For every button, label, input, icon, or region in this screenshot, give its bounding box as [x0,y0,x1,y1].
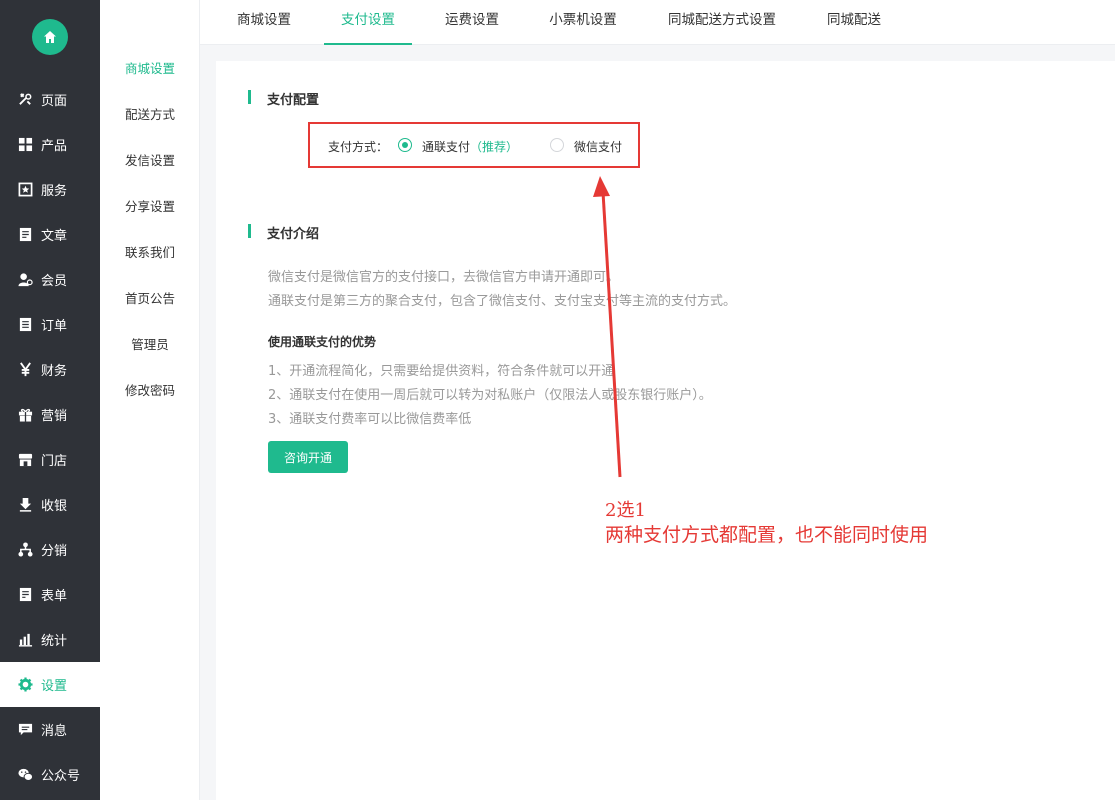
sidebar-item-product[interactable]: 产品 [0,122,100,167]
consult-open-button[interactable]: 咨询开通 [268,441,348,473]
sidebar-item-label: 订单 [41,319,68,334]
sidebar-item-label: 公众号 [41,769,81,784]
grid-icon [17,137,33,153]
sidebar-item-service[interactable]: 服务 [0,167,100,212]
payment-method-highlight: 支付方式： 通联支付（推荐） 微信支付 [308,122,640,168]
sidebar-item-label: 会员 [41,274,68,289]
sidebar-item-marketing[interactable]: 营销 [0,392,100,437]
list-icon [17,317,33,333]
sidebar-item-label: 产品 [41,139,68,154]
bar-chart-icon [17,632,33,648]
tab-printer-settings[interactable]: 小票机设置 [532,0,634,45]
tab-local-delivery[interactable]: 同城配送 [810,0,898,45]
pay-intro-title: 支付介绍 [248,223,319,242]
tab-payment-settings[interactable]: 支付设置 [324,0,412,45]
annotation-line-1: 2选1 [605,500,646,521]
home-button[interactable] [32,19,68,55]
share-tree-icon [17,542,33,558]
subnav-item-messaging[interactable]: 发信设置 [100,150,200,169]
sidebar-item-message[interactable]: 消息 [0,707,100,752]
radio-wechat-pay[interactable] [550,138,564,152]
sidebar-item-label: 表单 [41,589,68,604]
sidebar-item-label: 服务 [41,184,68,199]
gear-icon [17,677,33,693]
sidebar-item-finance[interactable]: 财务 [0,347,100,392]
subnav-item-share[interactable]: 分享设置 [100,196,200,215]
sidebar-item-distribution[interactable]: 分销 [0,527,100,572]
sidebar-item-label: 门店 [41,454,68,469]
sidebar-item-store[interactable]: 门店 [0,437,100,482]
main-sidebar: 页面 产品 服务 文章 会员 订单 财务 营销 门店 收银 分销 表单 统计 设… [0,0,100,800]
subnav-item-mall-settings[interactable]: 商城设置 [100,58,200,77]
payment-settings-card: 支付配置 支付方式： 通联支付（推荐） 微信支付 支付介绍 微信支付是微信官方的… [216,61,1115,800]
sidebar-item-label: 收银 [41,499,68,514]
sidebar-item-settings[interactable]: 设置 [0,662,100,707]
sidebar-item-statistics[interactable]: 统计 [0,617,100,662]
intro-line: 微信支付是微信官方的支付接口，去微信官方申请开通即可。 [268,270,620,285]
sidebar-item-label: 消息 [41,724,68,739]
form-icon [17,587,33,603]
subnav-item-contact[interactable]: 联系我们 [100,242,200,261]
message-icon [17,722,33,738]
pay-config-title: 支付配置 [248,89,319,108]
sidebar-item-label: 文章 [41,229,68,244]
sidebar-item-label: 分销 [41,544,68,559]
intro-line: 通联支付是第三方的聚合支付，包含了微信支付、支付宝支付等主流的支付方式。 [268,294,737,309]
home-icon [44,31,56,43]
sidebar-item-cashier[interactable]: 收银 [0,482,100,527]
sidebar-item-form[interactable]: 表单 [0,572,100,617]
sidebar-item-label: 财务 [41,364,68,379]
subnav-item-admin[interactable]: 管理员 [100,334,200,353]
settings-subnav: 商城设置 配送方式 发信设置 分享设置 联系我们 首页公告 管理员 修改密码 [100,0,200,800]
option-wechat-pay-label[interactable]: 微信支付 [574,138,622,155]
sidebar-item-label: 统计 [41,634,68,649]
sidebar-item-official-account[interactable]: 公众号 [0,752,100,797]
sidebar-item-label: 设置 [41,679,68,694]
sidebar-item-label: 页面 [41,94,68,109]
advantages-title: 使用通联支付的优势 [268,335,377,349]
subnav-item-delivery[interactable]: 配送方式 [100,104,200,123]
option-allinpay-text: 通联支付 [422,140,471,154]
subnav-item-password[interactable]: 修改密码 [100,380,200,399]
sidebar-item-order[interactable]: 订单 [0,302,100,347]
sidebar-item-member[interactable]: 会员 [0,257,100,302]
tab-mall-settings[interactable]: 商城设置 [220,0,308,45]
recommend-tag: （推荐） [470,140,519,154]
advantage-item: 1、开通流程简化，只需要给提供资料，符合条件就可以开通 [268,364,615,379]
advantage-item: 3、通联支付费率可以比微信费率低 [268,412,472,427]
advantage-item: 2、通联支付在使用一周后就可以转为对私账户（仅限法人或股东银行账户）。 [268,388,712,403]
settings-tabs: 商城设置 支付设置 运费设置 小票机设置 同城配送方式设置 同城配送 [200,0,1115,45]
download-icon [17,497,33,513]
payment-method-label: 支付方式： [328,140,389,154]
document-icon [17,227,33,243]
sidebar-item-article[interactable]: 文章 [0,212,100,257]
store-icon [17,452,33,468]
tab-local-delivery-method[interactable]: 同城配送方式设置 [650,0,794,45]
wechat-icon [17,767,33,783]
sidebar-item-label: 营销 [41,409,68,424]
option-allinpay-label[interactable]: 通联支付（推荐） [422,138,518,155]
yen-icon [17,362,33,378]
subnav-item-notice[interactable]: 首页公告 [100,288,200,307]
user-icon [17,272,33,288]
gift-icon [17,407,33,423]
annotation-line-2: 两种支付方式都配置，也不能同时使用 [605,524,929,546]
sidebar-item-page[interactable]: 页面 [0,77,100,122]
star-badge-icon [17,182,33,198]
tools-icon [17,92,33,108]
tab-shipping-settings[interactable]: 运费设置 [428,0,516,45]
radio-allinpay[interactable] [398,138,412,152]
